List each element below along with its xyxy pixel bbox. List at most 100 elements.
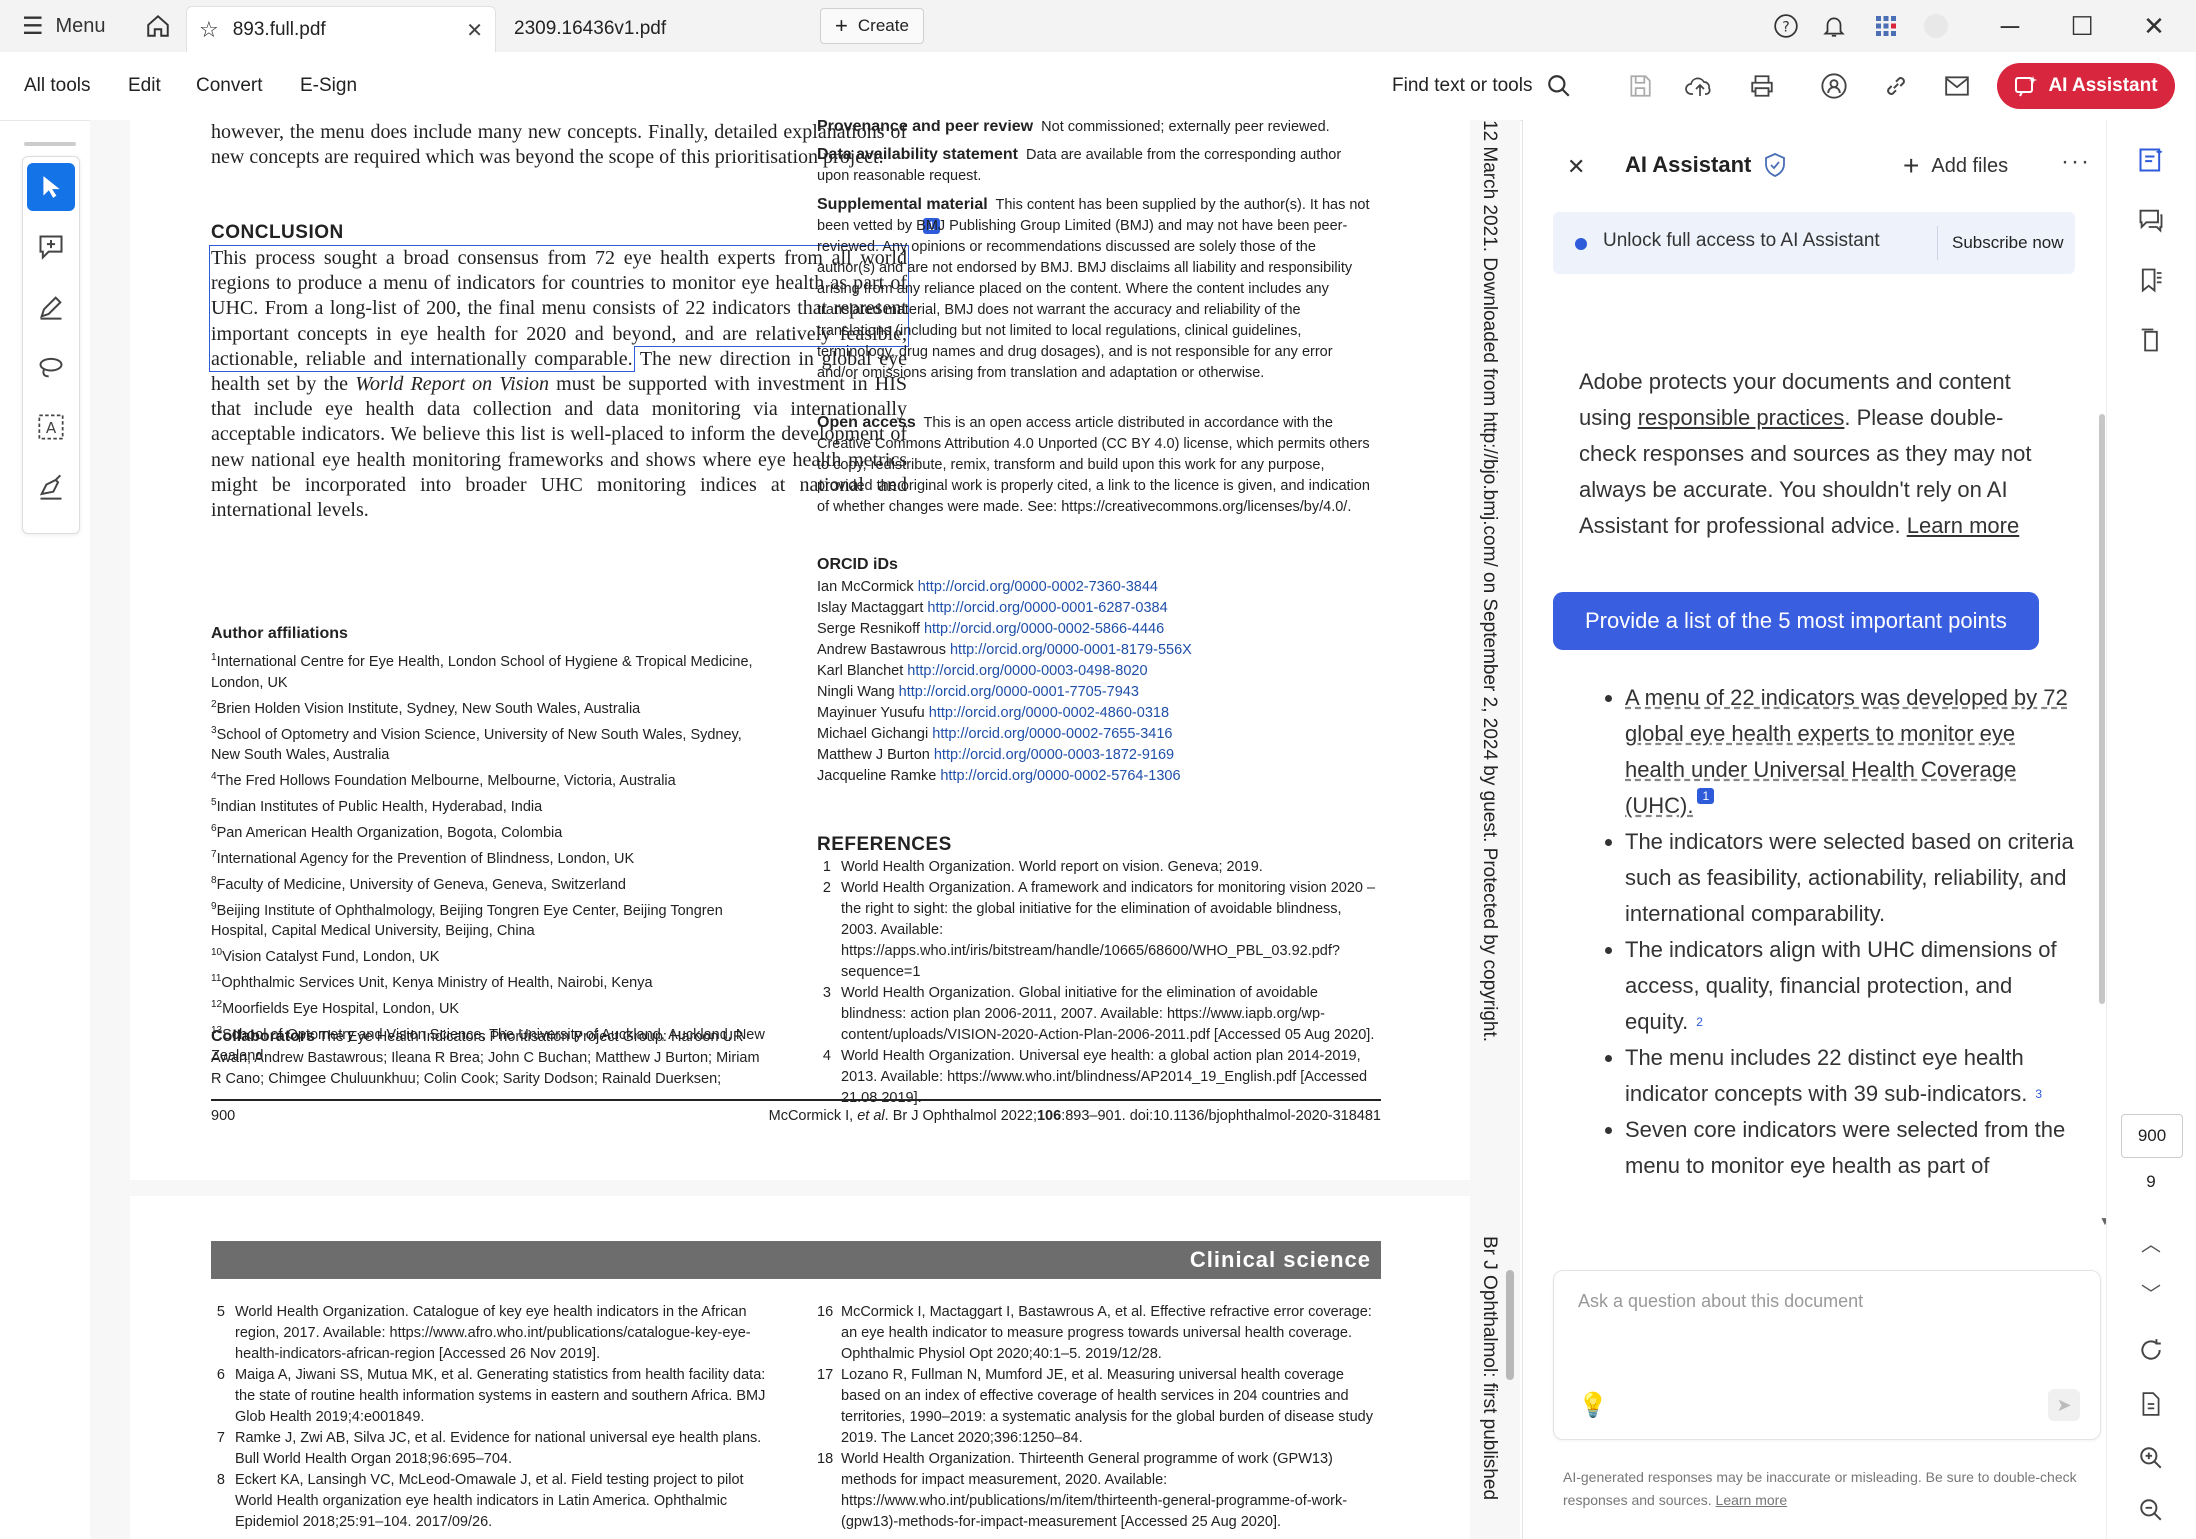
next-page-icon[interactable]: ﹀: [2131, 1272, 2171, 1312]
save-icon[interactable]: [1620, 66, 1660, 106]
disclaimer-learn-more-link[interactable]: Learn more: [1716, 1492, 1788, 1508]
document-scrollbar[interactable]: [1506, 1270, 1514, 1380]
affiliation-item: 10Vision Catalyst Fund, London, UK: [211, 942, 771, 968]
highlight-tool[interactable]: [27, 283, 75, 331]
orcid-link[interactable]: http://orcid.org/0000-0002-4860-0318: [929, 705, 1169, 721]
citation-badge[interactable]: 3: [2035, 1076, 2042, 1112]
orcid-link[interactable]: http://orcid.org/0000-0002-5764-1306: [940, 768, 1180, 784]
draw-tool[interactable]: [27, 343, 75, 391]
find-text-or-tools[interactable]: Find text or tools: [1392, 52, 1572, 120]
more-options-icon[interactable]: ···: [2061, 148, 2091, 176]
menu-all-tools[interactable]: All tools: [24, 52, 91, 120]
print-icon[interactable]: [1742, 66, 1782, 106]
ai-chat-icon[interactable]: [2131, 140, 2171, 180]
menu-edit[interactable]: Edit: [128, 52, 161, 120]
data-availability-block: Data availability statement Data are ava…: [817, 144, 1377, 187]
reference-item: 18 World Health Organization. Thirteenth …: [817, 1449, 1377, 1533]
add-comment-tool[interactable]: [27, 223, 75, 271]
orcid-link[interactable]: http://orcid.org/0000-0003-1872-9169: [934, 747, 1174, 763]
close-panel-icon[interactable]: ✕: [1567, 154, 1585, 180]
orcid-link[interactable]: http://orcid.org/0000-0002-5866-4446: [924, 621, 1164, 637]
rotate-icon[interactable]: [2131, 1330, 2171, 1370]
ai-disclaimer: AI-generated responses may be inaccurate…: [1563, 1466, 2093, 1512]
page-number-input[interactable]: 900: [2121, 1114, 2183, 1158]
orcid-link[interactable]: http://orcid.org/0000-0002-7360-3844: [918, 579, 1158, 595]
apps-grid-icon[interactable]: [1870, 0, 1902, 52]
menu-button[interactable]: ☰ Menu: [22, 0, 106, 52]
bookmarks-icon[interactable]: [2131, 260, 2171, 300]
reference-item: 3 World Health Organization. Global initi…: [817, 983, 1377, 1046]
tab-label: 893.full.pdf: [232, 19, 326, 40]
help-icon[interactable]: ?: [1770, 0, 1802, 52]
response-bullet: A menu of 22 indicators was developed by…: [1625, 680, 2079, 824]
text-box-tool[interactable]: A: [27, 403, 75, 451]
tab-2309-16436[interactable]: 2309.16436v1.pdf: [496, 6, 816, 52]
bell-icon[interactable]: [1818, 0, 1850, 52]
subscribe-now-button[interactable]: Subscribe now: [1937, 226, 2064, 260]
svg-text:?: ?: [1782, 19, 1789, 35]
ai-assistant-button[interactable]: AI Assistant: [1997, 63, 2175, 109]
conclusion-heading: CONCLUSION: [211, 222, 344, 243]
collaborators-block: Collaborators The Eye Health Indicators …: [211, 1026, 771, 1090]
star-icon[interactable]: ☆: [199, 17, 219, 43]
mail-icon[interactable]: [1937, 66, 1977, 106]
affiliation-item: 7International Agency for the Prevention…: [211, 844, 771, 870]
response-bullet: The indicators were selected based on cr…: [1625, 824, 2079, 932]
ai-panel-scrollbar[interactable]: [2099, 414, 2105, 1004]
window-close-icon[interactable]: ✕: [2118, 0, 2190, 52]
response-bullet: The menu includes 22 distinct eye health…: [1625, 1040, 2079, 1112]
pdf-page-901: Clinical science 5 World Health Organizat…: [130, 1196, 1500, 1539]
responsible-practices-link[interactable]: responsible practices: [1638, 405, 1845, 430]
link-icon[interactable]: [1876, 66, 1916, 106]
select-tool[interactable]: [27, 163, 75, 211]
reference-text: McCormick I, Mactaggart I, Bastawrous A,…: [841, 1304, 1372, 1362]
add-files-button[interactable]: + Add files: [1903, 150, 2008, 182]
minimize-icon[interactable]: ─: [1974, 0, 2046, 52]
zoom-in-icon[interactable]: [2131, 1438, 2171, 1478]
learn-more-link[interactable]: Learn more: [1907, 513, 2020, 538]
orcid-list: Ian McCormick http://orcid.org/0000-0002…: [817, 577, 1377, 787]
previous-page-icon[interactable]: ︿: [2131, 1222, 2171, 1262]
footer-divider: [211, 1099, 1381, 1101]
share-user-icon[interactable]: [1814, 66, 1854, 106]
lightbulb-icon[interactable]: 💡: [1578, 1391, 1608, 1420]
prompt-chip[interactable]: Provide a list of the 5 most important p…: [1553, 592, 2039, 650]
cursor-arrow-icon: [43, 176, 60, 198]
home-button[interactable]: [138, 0, 178, 52]
citation-badge[interactable]: 1: [1697, 788, 1715, 804]
zoom-out-icon[interactable]: [2131, 1490, 2171, 1530]
orcid-link[interactable]: http://orcid.org/0000-0003-0498-8020: [907, 663, 1147, 679]
comment-plus-icon: [39, 235, 63, 260]
affiliations-heading: Author affiliations: [211, 625, 348, 642]
orcid-link[interactable]: http://orcid.org/0000-0001-8179-556X: [950, 642, 1192, 658]
side-download-strip: 12 March 2021. Downloaded from http://bj…: [1476, 120, 1506, 1120]
create-button[interactable]: + Create: [820, 8, 924, 44]
orcid-link[interactable]: http://orcid.org/0000-0001-7705-7943: [899, 684, 1139, 700]
document-viewer[interactable]: however, the menu does include many new …: [90, 120, 1520, 1539]
orcid-name: Ningli Wang: [817, 684, 899, 700]
send-icon[interactable]: ➤: [2048, 1389, 2080, 1421]
page-fit-icon[interactable]: [2131, 1384, 2171, 1424]
ai-panel-title: AI Assistant: [1625, 152, 1752, 177]
orcid-link[interactable]: http://orcid.org/0000-0001-6287-0384: [927, 600, 1167, 616]
upload-cloud-icon[interactable]: [1680, 66, 1720, 106]
orcid-item: Islay Mactaggart http://orcid.org/0000-0…: [817, 598, 1377, 619]
rail-drag-handle[interactable]: [24, 142, 76, 146]
maximize-icon[interactable]: ☐: [2046, 0, 2118, 52]
menu-convert[interactable]: Convert: [196, 52, 263, 120]
orcid-link[interactable]: http://orcid.org/0000-0002-7655-3416: [932, 726, 1172, 742]
citation-badge[interactable]: 2: [1696, 1004, 1703, 1040]
sign-tool[interactable]: [27, 463, 75, 511]
affiliation-text: International Centre for Eye Health, Lon…: [211, 653, 753, 691]
bullet-text: Seven core indicators were selected from…: [1625, 1117, 2066, 1178]
text-box-icon: A: [38, 414, 64, 440]
avatar[interactable]: [1920, 0, 1952, 52]
affiliation-item: 9Beijing Institute of Ophthalmology, Bei…: [211, 896, 771, 943]
affiliation-text: Beijing Institute of Ophthalmology, Beij…: [211, 902, 723, 940]
comments-icon[interactable]: [2131, 200, 2171, 240]
tab-893-full[interactable]: ☆ 893.full.pdf ✕: [186, 6, 496, 53]
menu-e-sign[interactable]: E-Sign: [300, 52, 357, 120]
question-input[interactable]: Ask a question about this document 💡 ➤: [1553, 1270, 2101, 1440]
pages-icon[interactable]: [2131, 320, 2171, 360]
close-tab-icon[interactable]: ✕: [466, 18, 483, 43]
